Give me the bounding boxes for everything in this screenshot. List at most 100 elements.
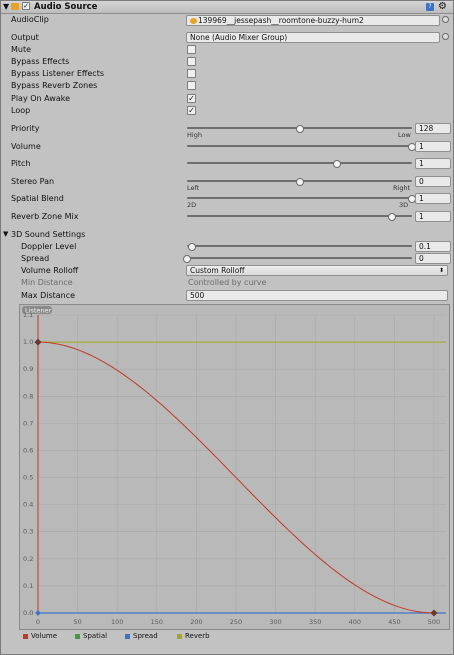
legend-volume-label: Volume [31,632,58,640]
component-header[interactable]: ▼ ✓ Audio Source ? ⚙ [1,1,453,14]
bypass-effects-label: Bypass Effects [11,57,70,66]
keyframe-spread[interactable] [35,610,41,616]
y-tick-label: 0.9 [23,365,33,373]
x-tick-label: 500 [428,618,440,626]
pitch-label: Pitch [11,159,31,168]
output-field[interactable]: None (Audio Mixer Group) [186,32,440,43]
audioclip-picker-button[interactable] [442,16,449,23]
priority-slider-thumb[interactable] [295,125,304,133]
dropdown-arrows-icon: ⬍ [438,267,444,274]
x-tick-label: 450 [388,618,400,626]
mute-label: Mute [11,45,32,54]
output-label: Output [11,33,39,42]
help-book-icon[interactable]: ? [426,3,434,11]
spread-label: Spread [21,254,50,263]
stereo-pan-min-label: Left [187,184,200,192]
max-distance-label: Max Distance [21,291,76,300]
x-tick-label: 150 [151,618,163,626]
volume-slider[interactable] [187,143,416,151]
stereo-pan-input[interactable]: 0 [415,176,451,187]
mute-checkbox[interactable] [187,45,196,54]
output-picker-button[interactable] [442,33,449,40]
reverb-zone-mix-slider[interactable] [187,213,412,221]
legend-spread-label: Spread [133,632,158,640]
keyframe-start[interactable] [34,338,42,346]
speaker-icon [11,3,19,10]
spatial-blend-min-label: 2D [187,201,197,209]
legend-spatial-label: Spatial [83,632,108,640]
spatial-blend-max-label: 3D [399,201,409,209]
spatial-blend-slider[interactable] [187,195,416,203]
x-tick-label: 300 [269,618,281,626]
volume-input[interactable]: 1 [415,141,451,152]
doppler-level-input[interactable]: 0.1 [415,241,451,252]
legend-volume-swatch [23,633,28,639]
volume-label: Volume [11,142,41,151]
min-distance-value: Controlled by curve [188,278,267,287]
legend-spatial[interactable]: Spatial [75,632,107,640]
gear-icon[interactable]: ⚙ [438,1,447,12]
audioclip-value: 139969__jessepash__roomtone-buzzy-hum2 [198,16,364,25]
bypass-effects-checkbox[interactable] [187,57,196,66]
volume-rolloff-dropdown[interactable]: Custom Rolloff ⬍ [186,265,448,276]
spatial-blend-label: Spatial Blend [11,194,64,203]
priority-input[interactable]: 128 [415,123,451,134]
spread-slider-thumb[interactable] [183,255,191,263]
y-tick-label: 0.0 [23,609,33,617]
x-tick-label: 50 [73,618,81,626]
priority-min-label: High [187,131,202,139]
legend-reverb-label: Reverb [185,632,210,640]
max-distance-input[interactable]: 500 [186,290,448,301]
pitch-input[interactable]: 1 [415,158,451,169]
volume-rolloff-label: Volume Rolloff [21,266,79,275]
pitch-slider-thumb[interactable] [333,160,342,168]
y-tick-label: 0.3 [23,528,33,536]
audioclip-label: AudioClip [11,15,49,24]
audioclip-field[interactable]: 139969__jessepash__roomtone-buzzy-hum2 [186,15,440,26]
y-tick-label: 0.5 [23,474,33,482]
play-on-awake-checkbox[interactable]: ✓ [187,94,196,103]
audio-source-panel: ▼ ✓ Audio Source ? ⚙ AudioClip 139969__j… [0,0,454,655]
bypass-reverb-zones-checkbox[interactable] [187,81,196,90]
component-enabled-checkbox[interactable]: ✓ [22,2,30,10]
foldout-arrow-icon[interactable]: ▼ [3,2,9,11]
stereo-pan-slider[interactable] [187,178,412,186]
legend-reverb[interactable]: Reverb [177,632,210,640]
y-tick-label: 0.2 [23,555,33,563]
spatial-blend-input[interactable]: 1 [415,193,451,204]
pitch-slider[interactable] [187,160,412,168]
y-tick-label: 1.0 [23,338,33,346]
priority-label: Priority [11,124,40,133]
bypass-listener-effects-checkbox[interactable] [187,69,196,78]
component-title: Audio Source [34,2,98,12]
loop-checkbox[interactable]: ✓ [187,106,196,115]
legend-volume[interactable]: Volume [23,632,57,640]
spread-input[interactable]: 0 [415,253,451,264]
y-tick-label: 0.6 [23,446,33,454]
y-tick-label: 1.1 [23,311,33,319]
reverb-zone-mix-input[interactable]: 1 [415,211,451,222]
legend-reverb-swatch [177,633,182,639]
stereo-pan-slider-thumb[interactable] [295,178,304,186]
foldout-3d-arrow-icon[interactable]: ▼ [3,230,8,238]
keyframe-end[interactable] [430,609,438,617]
play-on-awake-label: Play On Awake [11,94,70,103]
priority-slider[interactable] [187,125,412,133]
reverb-zone-mix-slider-thumb[interactable] [387,213,396,221]
rolloff-curve-graph[interactable]: Listener 1.1 1.0 0.9 0.8 0.7 0.6 0.5 0.4 0.3 0.2 0… [19,304,450,630]
rolloff-curve-svg[interactable]: Listener 1.11.00.90.80.70.60.50.40.30.20… [20,305,449,629]
stereo-pan-max-label: Right [393,184,411,192]
x-tick-label: 200 [190,618,202,626]
loop-label: Loop [11,106,31,115]
y-tick-label: 0.1 [23,582,33,590]
legend-spread[interactable]: Spread [125,632,158,640]
y-tick-label: 0.7 [23,419,33,427]
spread-slider[interactable] [183,255,412,263]
doppler-level-slider-thumb[interactable] [187,243,196,251]
y-tick-label: 0.4 [23,501,33,509]
x-tick-label: 0 [36,618,40,626]
doppler-level-slider[interactable] [187,243,412,251]
x-tick-label: 400 [349,618,361,626]
3d-sound-settings-header[interactable]: 3D Sound Settings [11,230,85,239]
legend-spread-swatch [125,633,130,639]
